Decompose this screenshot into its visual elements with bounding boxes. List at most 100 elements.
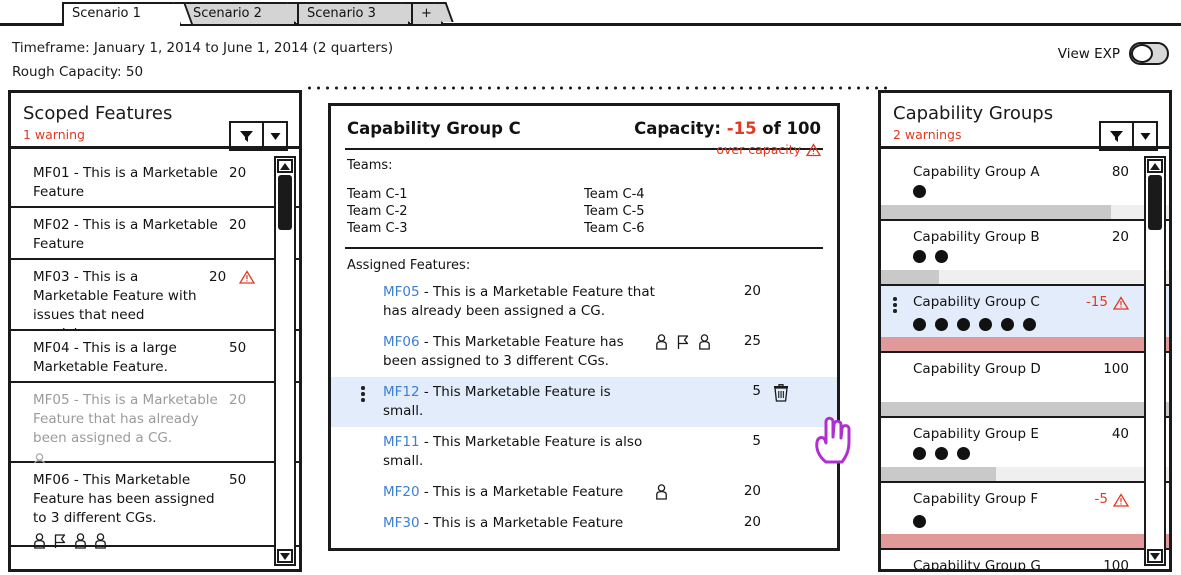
capability-group-body: Capability Group D 100 — [881, 353, 1169, 402]
feature-code[interactable]: MF11 — [383, 434, 420, 450]
delete-feature-button[interactable] — [761, 383, 801, 402]
capacity-bar-fill — [881, 467, 997, 481]
feature-code[interactable]: MF30 — [383, 515, 420, 531]
team-dot — [935, 318, 948, 331]
list-item[interactable]: MF03 - This is a Marketable Feature with… — [11, 260, 299, 342]
capacity-bar-fill — [881, 534, 1169, 548]
feature-label: MF11 - This Marketable Feature is also s… — [383, 433, 655, 471]
capability-group-name: Capability Group F — [913, 491, 1039, 507]
scroll-track[interactable] — [276, 173, 294, 549]
capability-group-row[interactable]: Capability Group B 20 — [881, 221, 1169, 286]
view-exp-control[interactable]: View EXP — [1058, 42, 1169, 65]
list-item[interactable]: MF01 - This is a Marketable Feature 20 — [11, 156, 299, 208]
scoped-features-scrollbar[interactable] — [274, 156, 296, 566]
scoped-features-list[interactable]: MF01 - This is a Marketable Feature 20 MF0… — [11, 156, 299, 569]
feature-label: MF30 - This is a Marketable Feature — [383, 514, 655, 533]
capability-group-row-top: Capability Group D 100 — [913, 361, 1129, 377]
trash-icon[interactable] — [773, 384, 789, 402]
feature-code[interactable]: MF05 — [383, 284, 420, 300]
team-dot — [1001, 318, 1014, 331]
list-item[interactable]: MF02 - This is a Marketable Feature 20 — [11, 208, 299, 260]
feature-code[interactable]: MF20 — [383, 484, 420, 500]
drag-handle-icon[interactable] — [893, 297, 897, 313]
tab-slant — [434, 2, 454, 22]
drag-handle-icon[interactable] — [361, 386, 365, 402]
team-name: Team C-1 — [347, 187, 408, 202]
teams-column-1: Team C-1 Team C-2 Team C-3 — [347, 186, 584, 237]
capability-group-row[interactable]: Capability Group G 100 — [881, 550, 1169, 569]
warning-triangle-icon — [1113, 296, 1129, 310]
scroll-thumb[interactable] — [278, 175, 292, 230]
team-dot — [913, 447, 926, 460]
team-dot — [913, 250, 926, 263]
assigned-feature-row[interactable]: MF12 - This Marketable Feature is small.… — [331, 377, 837, 427]
warning-triangle-icon — [806, 142, 821, 156]
view-exp-toggle[interactable] — [1129, 42, 1169, 65]
feature-value: 50 — [229, 340, 247, 356]
tab-scenario-1[interactable]: Scenario 1 — [62, 2, 194, 26]
warning-triangle-icon — [1113, 493, 1129, 507]
list-item[interactable]: MF04 - This is a large Marketable Featur… — [11, 331, 299, 383]
capability-group-row[interactable]: Capability Group C -15 — [881, 286, 1169, 353]
capability-groups-scrollbar[interactable] — [1144, 156, 1166, 566]
capability-groups-panel: Capability Groups 2 warnings Capability … — [878, 90, 1172, 572]
capability-group-body: Capability Group E 40 — [881, 418, 1169, 467]
scroll-thumb[interactable] — [1148, 175, 1162, 230]
tab-scenario-2[interactable]: Scenario 2 — [183, 2, 307, 24]
feature-code[interactable]: MF12 — [383, 384, 420, 400]
capability-group-row[interactable]: Capability Group D 100 — [881, 353, 1169, 418]
assigned-feature-row[interactable]: MF30 - This is a Marketable Feature 20 — [331, 508, 837, 539]
feature-value: 20 — [743, 514, 761, 530]
capability-group-dots — [913, 250, 1129, 265]
capability-group-row[interactable]: Capability Group A 80 — [881, 156, 1169, 221]
capability-groups-header: Capability Groups 2 warnings — [881, 93, 1169, 151]
team-name: Team C-2 — [347, 204, 408, 219]
team-name: Team C-6 — [584, 221, 645, 236]
feature-value: 20 — [229, 217, 247, 233]
capability-groups-list[interactable]: Capability Group A 80 Capability Group B 20… — [881, 156, 1169, 569]
flag-icon — [677, 335, 689, 349]
capability-group-value: 40 — [1111, 426, 1129, 442]
capacity-prefix: Capacity: — [634, 119, 721, 138]
scroll-up-arrow[interactable] — [1147, 159, 1163, 173]
capability-group-body: Capability Group F -5 — [881, 483, 1169, 534]
header-separator — [11, 146, 299, 149]
capability-group-body: Capability Group G 100 — [881, 550, 1169, 569]
capability-group-row[interactable]: Capability Group F -5 — [881, 483, 1169, 550]
assigned-feature-row[interactable]: MF05 - This is a Marketable Feature that… — [331, 277, 837, 327]
tab-add-new[interactable]: + — [411, 2, 454, 24]
assigned-features-label: Assigned Features: — [347, 258, 471, 273]
assigned-features-list[interactable]: MF05 - This is a Marketable Feature that… — [331, 277, 837, 539]
scoped-features-panel: Scoped Features 1 warning MF01 - This is… — [8, 90, 302, 572]
list-item-row: MF01 - This is a Marketable Feature 20 — [33, 164, 255, 202]
feature-code[interactable]: MF06 — [383, 334, 420, 350]
scroll-down-arrow[interactable] — [1147, 549, 1163, 563]
team-dot — [957, 318, 970, 331]
assigned-feature-row[interactable]: MF20 - This is a Marketable Feature 20 — [331, 477, 837, 508]
team-dot — [957, 447, 970, 460]
capability-group-value: -5 — [1094, 491, 1108, 507]
scroll-track[interactable] — [1146, 173, 1164, 549]
capability-group-value: 100 — [1103, 558, 1129, 569]
capability-group-value: 80 — [1111, 164, 1129, 180]
feature-name: MF04 - This is a large Marketable Featur… — [33, 340, 177, 375]
list-item[interactable]: MF06 - This Marketable Feature has been … — [11, 463, 299, 549]
teams-section: Teams: Team C-1 Team C-2 Team C-3 Team C… — [331, 150, 837, 247]
person-icon — [75, 533, 86, 549]
capability-group-row[interactable]: Capability Group E 40 — [881, 418, 1169, 483]
assigned-feature-row[interactable]: MF06 - This Marketable Feature has been … — [331, 327, 837, 377]
team-name: Team C-5 — [584, 204, 645, 219]
feature-value: 20 — [229, 392, 247, 408]
delete-feature-button — [761, 514, 801, 515]
assigned-feature-row[interactable]: MF11 - This Marketable Feature is also s… — [331, 427, 837, 477]
capability-group-row-top: Capability Group F -5 — [913, 491, 1129, 510]
list-item-icons — [33, 533, 255, 549]
feature-icons — [655, 514, 717, 515]
person-icon — [656, 334, 667, 350]
tab-scenario-3[interactable]: Scenario 3 — [297, 2, 421, 24]
list-item[interactable]: MF05 - This is a Marketable Feature that… — [11, 383, 299, 469]
capability-group-value: -15 — [1085, 294, 1108, 310]
scroll-down-arrow[interactable] — [277, 549, 293, 563]
scroll-up-arrow[interactable] — [277, 159, 293, 173]
feature-value: 25 — [743, 333, 761, 349]
